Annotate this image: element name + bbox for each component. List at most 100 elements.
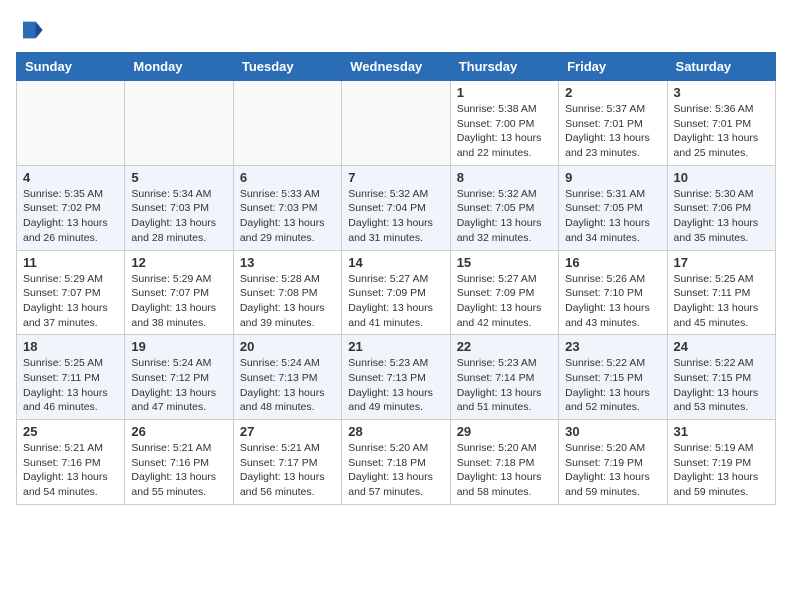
day-number: 1 xyxy=(457,85,552,100)
logo-icon xyxy=(16,16,44,44)
day-number: 26 xyxy=(131,424,226,439)
header-wednesday: Wednesday xyxy=(342,53,450,81)
page-header xyxy=(16,16,776,44)
day-number: 5 xyxy=(131,170,226,185)
logo xyxy=(16,16,48,44)
day-number: 7 xyxy=(348,170,443,185)
day-info: Sunrise: 5:34 AM Sunset: 7:03 PM Dayligh… xyxy=(131,187,226,246)
day-number: 19 xyxy=(131,339,226,354)
calendar-cell xyxy=(233,81,341,166)
header-thursday: Thursday xyxy=(450,53,558,81)
calendar-cell: 24 Sunrise: 5:22 AM Sunset: 7:15 PM Dayli… xyxy=(667,335,775,420)
calendar-cell: 6 Sunrise: 5:33 AM Sunset: 7:03 PM Daylig… xyxy=(233,165,341,250)
day-info: Sunrise: 5:35 AM Sunset: 7:02 PM Dayligh… xyxy=(23,187,118,246)
day-info: Sunrise: 5:21 AM Sunset: 7:17 PM Dayligh… xyxy=(240,441,335,500)
day-number: 9 xyxy=(565,170,660,185)
day-info: Sunrise: 5:23 AM Sunset: 7:13 PM Dayligh… xyxy=(348,356,443,415)
day-info: Sunrise: 5:27 AM Sunset: 7:09 PM Dayligh… xyxy=(457,272,552,331)
day-number: 25 xyxy=(23,424,118,439)
calendar-cell: 18 Sunrise: 5:25 AM Sunset: 7:11 PM Dayli… xyxy=(17,335,125,420)
day-number: 22 xyxy=(457,339,552,354)
calendar-cell: 30 Sunrise: 5:20 AM Sunset: 7:19 PM Dayli… xyxy=(559,420,667,505)
calendar-cell: 1 Sunrise: 5:38 AM Sunset: 7:00 PM Daylig… xyxy=(450,81,558,166)
week-row-4: 18 Sunrise: 5:25 AM Sunset: 7:11 PM Dayli… xyxy=(17,335,776,420)
day-info: Sunrise: 5:22 AM Sunset: 7:15 PM Dayligh… xyxy=(674,356,769,415)
day-number: 10 xyxy=(674,170,769,185)
day-info: Sunrise: 5:25 AM Sunset: 7:11 PM Dayligh… xyxy=(23,356,118,415)
day-number: 16 xyxy=(565,255,660,270)
calendar-cell: 17Sunrise: 5:25 AM Sunset: 7:11 PM Dayli… xyxy=(667,250,775,335)
header-friday: Friday xyxy=(559,53,667,81)
calendar-cell: 13 Sunrise: 5:28 AM Sunset: 7:08 PM Dayli… xyxy=(233,250,341,335)
day-info: Sunrise: 5:32 AM Sunset: 7:05 PM Dayligh… xyxy=(457,187,552,246)
day-number: 4 xyxy=(23,170,118,185)
day-number: 23 xyxy=(565,339,660,354)
calendar-cell xyxy=(125,81,233,166)
day-info: Sunrise: 5:23 AM Sunset: 7:14 PM Dayligh… xyxy=(457,356,552,415)
day-number: 15 xyxy=(457,255,552,270)
day-number: 31 xyxy=(674,424,769,439)
calendar-cell: 19 Sunrise: 5:24 AM Sunset: 7:12 PM Dayli… xyxy=(125,335,233,420)
day-number: 14 xyxy=(348,255,443,270)
day-number: 30 xyxy=(565,424,660,439)
day-number: 21 xyxy=(348,339,443,354)
day-number: 6 xyxy=(240,170,335,185)
header-sunday: Sunday xyxy=(17,53,125,81)
calendar-cell: 12Sunrise: 5:29 AM Sunset: 7:07 PM Dayli… xyxy=(125,250,233,335)
calendar-cell: 28 Sunrise: 5:20 AM Sunset: 7:18 PM Dayli… xyxy=(342,420,450,505)
day-info: Sunrise: 5:20 AM Sunset: 7:18 PM Dayligh… xyxy=(457,441,552,500)
calendar-cell: 14Sunrise: 5:27 AM Sunset: 7:09 PM Dayli… xyxy=(342,250,450,335)
calendar-cell: 23 Sunrise: 5:22 AM Sunset: 7:15 PM Dayli… xyxy=(559,335,667,420)
day-info: Sunrise: 5:38 AM Sunset: 7:00 PM Dayligh… xyxy=(457,102,552,161)
week-row-2: 4 Sunrise: 5:35 AM Sunset: 7:02 PM Daylig… xyxy=(17,165,776,250)
header-tuesday: Tuesday xyxy=(233,53,341,81)
day-info: Sunrise: 5:36 AM Sunset: 7:01 PM Dayligh… xyxy=(674,102,769,161)
calendar-cell: 11Sunrise: 5:29 AM Sunset: 7:07 PM Dayli… xyxy=(17,250,125,335)
calendar-cell xyxy=(342,81,450,166)
calendar-cell: 3 Sunrise: 5:36 AM Sunset: 7:01 PM Daylig… xyxy=(667,81,775,166)
day-info: Sunrise: 5:21 AM Sunset: 7:16 PM Dayligh… xyxy=(131,441,226,500)
day-number: 24 xyxy=(674,339,769,354)
calendar-cell: 4 Sunrise: 5:35 AM Sunset: 7:02 PM Daylig… xyxy=(17,165,125,250)
day-number: 8 xyxy=(457,170,552,185)
day-info: Sunrise: 5:30 AM Sunset: 7:06 PM Dayligh… xyxy=(674,187,769,246)
day-info: Sunrise: 5:20 AM Sunset: 7:18 PM Dayligh… xyxy=(348,441,443,500)
calendar-cell: 22 Sunrise: 5:23 AM Sunset: 7:14 PM Dayli… xyxy=(450,335,558,420)
day-info: Sunrise: 5:29 AM Sunset: 7:07 PM Dayligh… xyxy=(131,272,226,331)
day-info: Sunrise: 5:28 AM Sunset: 7:08 PM Dayligh… xyxy=(240,272,335,331)
calendar-cell: 7 Sunrise: 5:32 AM Sunset: 7:04 PM Daylig… xyxy=(342,165,450,250)
day-info: Sunrise: 5:25 AM Sunset: 7:11 PM Dayligh… xyxy=(674,272,769,331)
calendar-cell: 2Sunrise: 5:37 AM Sunset: 7:01 PM Daylig… xyxy=(559,81,667,166)
calendar-cell: 29 Sunrise: 5:20 AM Sunset: 7:18 PM Dayli… xyxy=(450,420,558,505)
day-info: Sunrise: 5:24 AM Sunset: 7:12 PM Dayligh… xyxy=(131,356,226,415)
day-info: Sunrise: 5:21 AM Sunset: 7:16 PM Dayligh… xyxy=(23,441,118,500)
calendar-cell: 5 Sunrise: 5:34 AM Sunset: 7:03 PM Daylig… xyxy=(125,165,233,250)
week-row-1: 1 Sunrise: 5:38 AM Sunset: 7:00 PM Daylig… xyxy=(17,81,776,166)
day-info: Sunrise: 5:37 AM Sunset: 7:01 PM Dayligh… xyxy=(565,102,660,161)
day-number: 3 xyxy=(674,85,769,100)
calendar-cell: 16 Sunrise: 5:26 AM Sunset: 7:10 PM Dayli… xyxy=(559,250,667,335)
day-number: 29 xyxy=(457,424,552,439)
day-info: Sunrise: 5:19 AM Sunset: 7:19 PM Dayligh… xyxy=(674,441,769,500)
day-number: 28 xyxy=(348,424,443,439)
calendar-cell xyxy=(17,81,125,166)
day-number: 20 xyxy=(240,339,335,354)
day-number: 18 xyxy=(23,339,118,354)
day-number: 27 xyxy=(240,424,335,439)
header-saturday: Saturday xyxy=(667,53,775,81)
calendar-cell: 20Sunrise: 5:24 AM Sunset: 7:13 PM Dayli… xyxy=(233,335,341,420)
day-number: 13 xyxy=(240,255,335,270)
calendar-cell: 9 Sunrise: 5:31 AM Sunset: 7:05 PM Daylig… xyxy=(559,165,667,250)
calendar-table: SundayMondayTuesdayWednesdayThursdayFrid… xyxy=(16,52,776,505)
day-info: Sunrise: 5:22 AM Sunset: 7:15 PM Dayligh… xyxy=(565,356,660,415)
day-info: Sunrise: 5:26 AM Sunset: 7:10 PM Dayligh… xyxy=(565,272,660,331)
day-info: Sunrise: 5:33 AM Sunset: 7:03 PM Dayligh… xyxy=(240,187,335,246)
day-info: Sunrise: 5:31 AM Sunset: 7:05 PM Dayligh… xyxy=(565,187,660,246)
calendar-cell: 8 Sunrise: 5:32 AM Sunset: 7:05 PM Daylig… xyxy=(450,165,558,250)
day-info: Sunrise: 5:32 AM Sunset: 7:04 PM Dayligh… xyxy=(348,187,443,246)
calendar-header-row: SundayMondayTuesdayWednesdayThursdayFrid… xyxy=(17,53,776,81)
day-info: Sunrise: 5:20 AM Sunset: 7:19 PM Dayligh… xyxy=(565,441,660,500)
day-info: Sunrise: 5:29 AM Sunset: 7:07 PM Dayligh… xyxy=(23,272,118,331)
calendar-cell: 31 Sunrise: 5:19 AM Sunset: 7:19 PM Dayli… xyxy=(667,420,775,505)
calendar-cell: 15 Sunrise: 5:27 AM Sunset: 7:09 PM Dayli… xyxy=(450,250,558,335)
